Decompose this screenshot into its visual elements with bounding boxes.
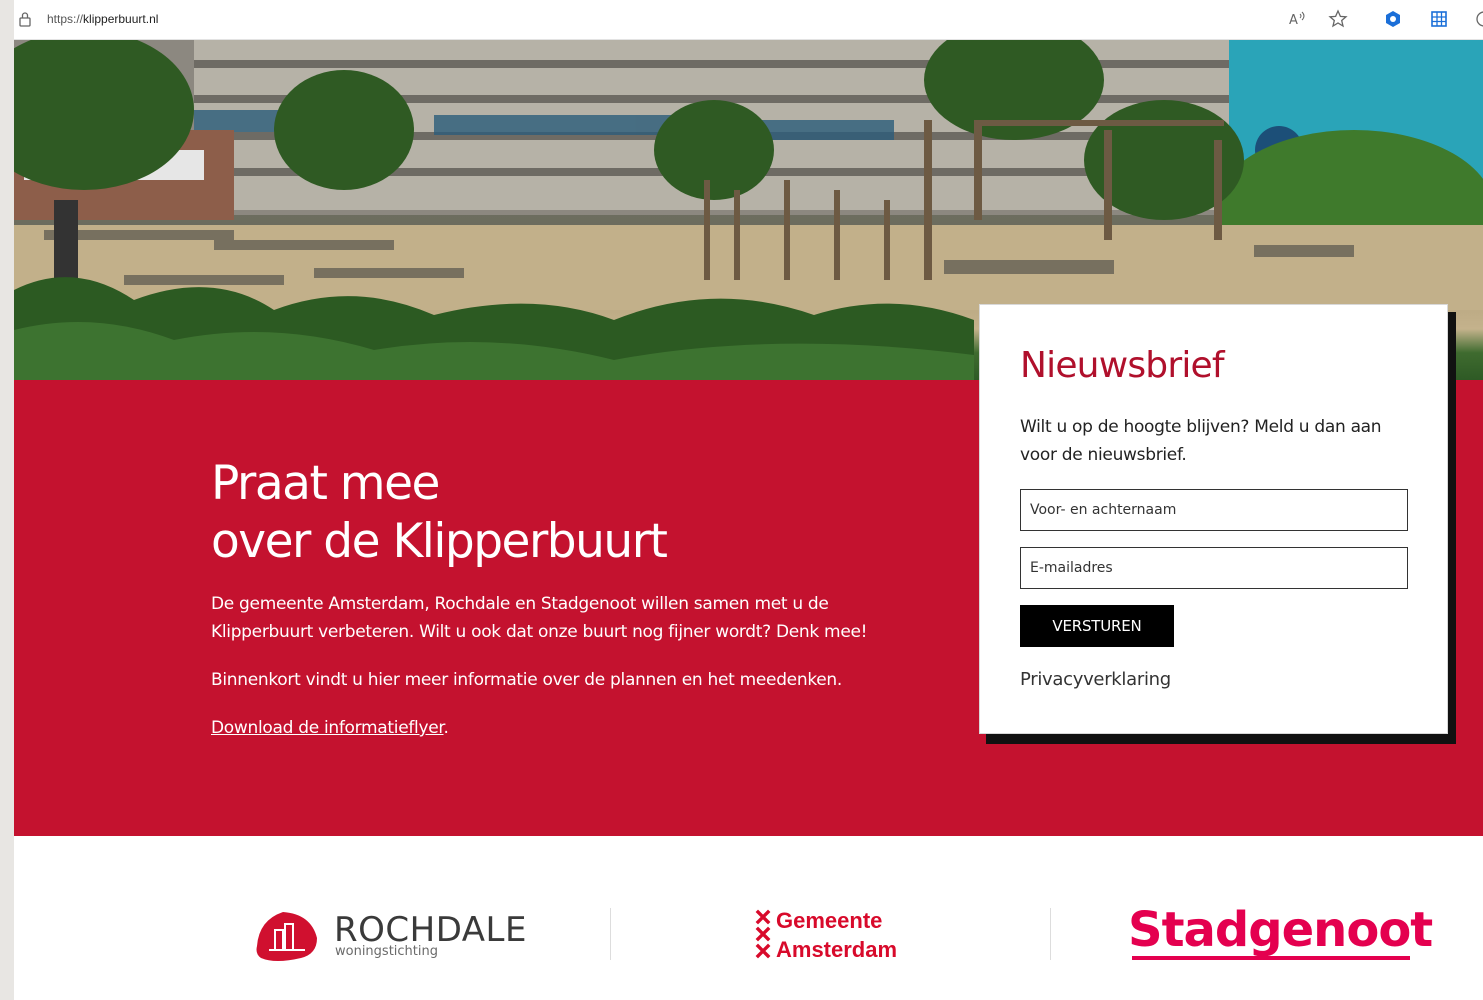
email-input[interactable] (1020, 547, 1408, 589)
amsterdam-line1: Gemeente (776, 908, 883, 933)
stadgenoot-logo[interactable]: Stadgenoot (1128, 902, 1433, 958)
svg-text:A: A (1289, 13, 1298, 28)
footer-divider (1050, 908, 1051, 960)
browser-address-bar: https://klipperbuurt.nl A (14, 0, 1483, 40)
newsletter-card: Nieuwsbrief Wilt u op de hoogte blijven?… (979, 304, 1448, 734)
page-title-line1: Praat mee (211, 456, 440, 511)
url-field[interactable]: https://klipperbuurt.nl (47, 12, 158, 26)
profile-icon[interactable] (1474, 9, 1483, 29)
rochdale-logo-icon[interactable] (255, 908, 319, 962)
partner-logos: ROCHDALE woningstichting Gemeente Amster… (14, 836, 1483, 1000)
lock-icon[interactable] (18, 11, 32, 27)
extension-icon[interactable] (1383, 9, 1403, 29)
name-input[interactable] (1020, 489, 1408, 531)
browser-window: https://klipperbuurt.nl A Praat mee over… (14, 0, 1483, 1000)
newsletter-title: Nieuwsbrief (1020, 345, 1225, 386)
rochdale-subtitle: woningstichting (335, 944, 438, 959)
apps-grid-icon[interactable] (1429, 9, 1449, 29)
intro-paragraph: De gemeente Amsterdam, Rochdale en Stadg… (211, 594, 868, 642)
download-suffix: . (443, 718, 449, 738)
amsterdam-line2: Amsterdam (776, 937, 898, 962)
download-flyer-link[interactable]: Download de informatieflyer (211, 718, 444, 738)
url-host: klipperbuurt.nl (83, 12, 159, 26)
favorite-star-icon[interactable] (1328, 9, 1348, 29)
read-aloud-icon[interactable]: A (1287, 9, 1307, 29)
privacy-link[interactable]: Privacyverklaring (1020, 669, 1171, 690)
page-title-line2: over de Klipperbuurt (211, 514, 668, 569)
page-title: Praat mee over de Klipperbuurt (211, 455, 911, 571)
footer-divider (610, 908, 611, 960)
url-prefix: https:// (47, 12, 84, 26)
soon-paragraph: Binnenkort vindt u hier meer informatie … (211, 670, 842, 690)
stadgenoot-underline (1132, 956, 1410, 960)
download-paragraph: Download de informatieflyer. (211, 714, 931, 742)
amsterdam-crosses-icon (755, 909, 771, 959)
amsterdam-logo[interactable]: Gemeente Amsterdam (776, 906, 897, 964)
submit-button[interactable]: VERSTUREN (1020, 605, 1174, 647)
newsletter-description: Wilt u op de hoogte blijven? Meld u dan … (1020, 417, 1382, 465)
